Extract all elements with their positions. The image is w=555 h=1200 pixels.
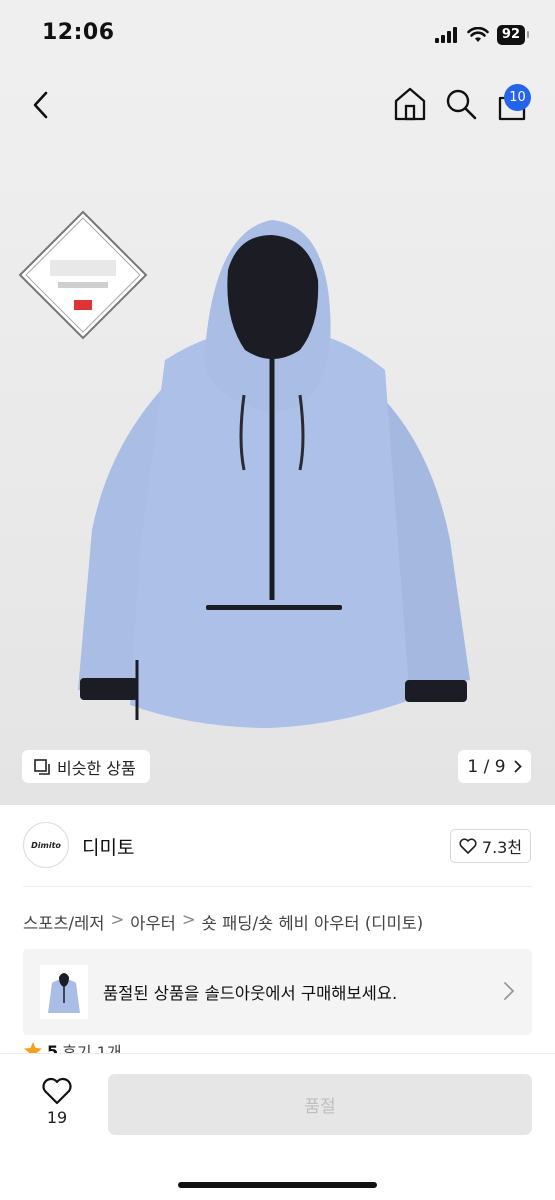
home-icon[interactable]	[393, 86, 427, 122]
cart-count-badge: 10	[504, 84, 531, 111]
image-page-counter[interactable]: 1 / 9	[458, 750, 531, 783]
product-gallery[interactable]: 10 비슷한 상품 1 / 9	[0, 70, 555, 805]
soldout-banner-text: 품절된 상품을 솔드아웃에서 구매해보세요.	[103, 984, 398, 1003]
brand-logo-text: Dimito	[31, 840, 61, 850]
gore-tex-badge	[18, 210, 148, 340]
similar-products-label: 비슷한 상품	[57, 758, 136, 778]
search-icon[interactable]	[444, 86, 478, 122]
back-icon[interactable]	[28, 88, 58, 122]
soldout-thumbnail	[40, 965, 88, 1019]
divider	[23, 886, 532, 887]
wishlist-count: 19	[46, 1108, 68, 1127]
wifi-icon	[467, 27, 489, 42]
brand-name[interactable]: 디미토	[82, 833, 134, 860]
bottom-bar: 19 품절	[0, 1053, 555, 1200]
similar-products-button[interactable]: 비슷한 상품	[22, 750, 150, 783]
status-time: 12:06	[42, 20, 115, 45]
brand-logo[interactable]: Dimito	[23, 822, 69, 868]
signal-icon	[434, 27, 457, 43]
battery-indicator: 92	[496, 25, 530, 45]
breadcrumb-item-current[interactable]: 숏 패딩/숏 헤비 아우터 (디미토)	[202, 910, 424, 934]
breadcrumb-separator: >	[181, 910, 196, 929]
chevron-right-icon	[514, 760, 522, 773]
similar-icon	[34, 758, 50, 775]
chevron-right-icon	[504, 982, 515, 1000]
breadcrumb: 스포츠/레저 > 아우터 > 숏 패딩/숏 헤비 아우터 (디미토)	[23, 910, 423, 934]
soldout-banner[interactable]: 품절된 상품을 솔드아웃에서 구매해보세요.	[23, 949, 532, 1035]
home-indicator	[178, 1182, 377, 1188]
heart-icon	[459, 838, 477, 854]
product-image	[18, 210, 470, 728]
breadcrumb-item-subcategory[interactable]: 아우터	[130, 910, 176, 934]
wishlist-heart-icon[interactable]	[41, 1076, 73, 1106]
brand-like-count: 7.3천	[481, 838, 523, 857]
status-icons: 92	[434, 25, 530, 45]
brand-like-button[interactable]: 7.3천	[450, 829, 531, 863]
breadcrumb-separator: >	[110, 910, 125, 929]
status-bar: 12:06 92	[0, 0, 555, 70]
breadcrumb-item-category[interactable]: 스포츠/레저	[23, 910, 104, 934]
buy-button-soldout[interactable]: 품절	[108, 1074, 532, 1135]
page-counter-text: 1 / 9	[467, 756, 506, 777]
